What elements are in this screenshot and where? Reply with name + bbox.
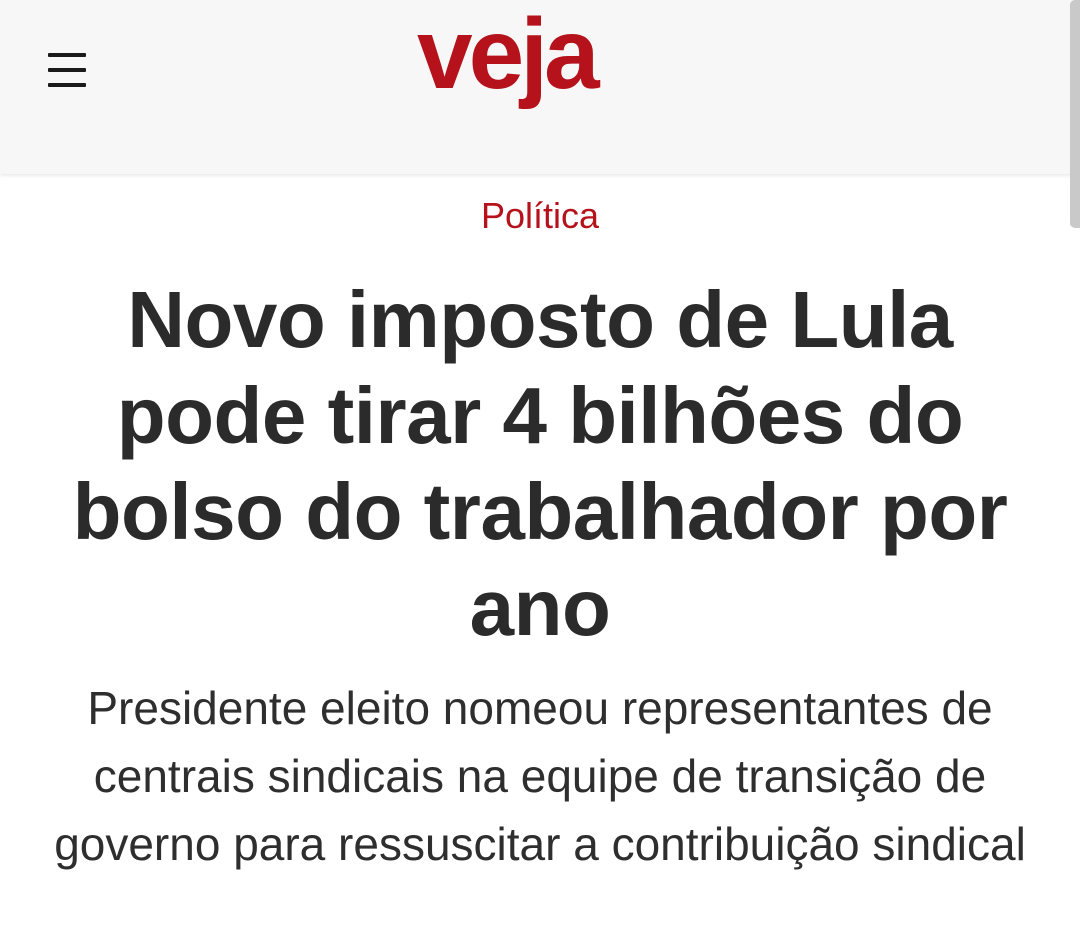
menu-button[interactable] [38,42,96,98]
category-link[interactable]: Política [481,194,599,238]
hamburger-menu-icon [48,52,86,88]
svg-text:veja: veja [417,8,601,110]
veja-logo-graphic: veja [417,8,605,110]
subheadline: Presidente eleito nomeou representantes … [54,682,1026,870]
article: Política Novo imposto de Lula pode tirar… [0,174,1080,878]
veja-logo[interactable]: veja [415,8,665,132]
article-page: veja Política Novo imposto de Lula pode … [0,0,1080,940]
headline: Novo imposto de Lula pode tirar 4 bilhõe… [72,275,1008,652]
site-header: veja [0,0,1080,174]
scrollbar[interactable] [1070,0,1080,228]
